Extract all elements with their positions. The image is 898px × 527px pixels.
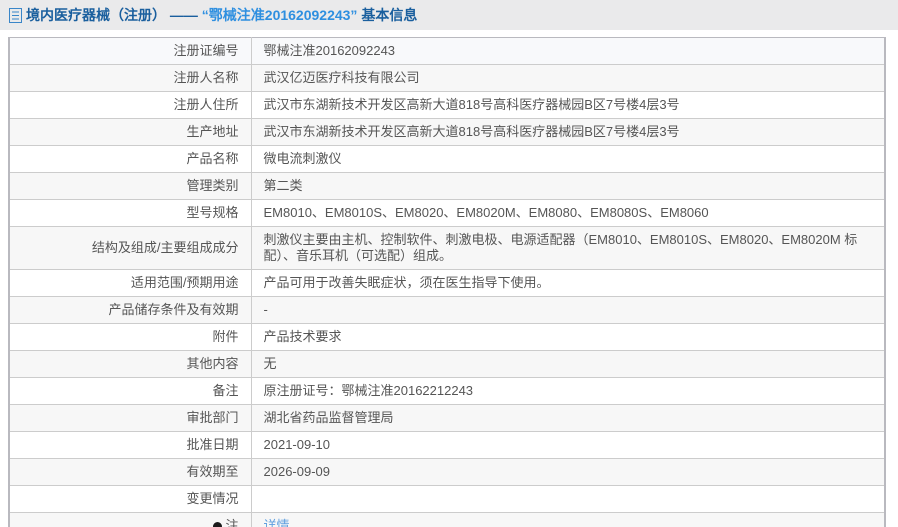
row-label: 产品名称 — [9, 145, 252, 173]
row-label: 备注 — [9, 377, 252, 405]
info-table-body: 注册证编号 鄂械注准20162092243 注册人名称 武汉亿迈医疗科技有限公司 注册人… — [9, 37, 885, 527]
row-value: 原注册证号：鄂械注准20162212243 — [251, 377, 885, 405]
row-value: 2021-09-10 — [251, 431, 885, 459]
row-label: 型号规格 — [9, 199, 252, 227]
row-value: - — [251, 296, 885, 324]
registration-info-table: 注册证编号 鄂械注准20162092243 注册人名称 武汉亿迈医疗科技有限公司 注册人… — [8, 37, 886, 527]
row-value: 武汉亿迈医疗科技有限公司 — [251, 64, 885, 92]
row-label: 附件 — [9, 323, 252, 351]
table-row: 产品储存条件及有效期 - — [9, 296, 885, 324]
row-label: 注册证编号 — [9, 37, 252, 65]
row-value — [251, 485, 885, 513]
row-label: 管理类别 — [9, 172, 252, 200]
title-reg-number: “鄂械注准20162092243” — [201, 7, 358, 23]
row-value: 武汉市东湖新技术开发区高新大道818号高科医疗器械园B区7号楼4层3号 — [251, 91, 885, 119]
row-label: 产品储存条件及有效期 — [9, 296, 252, 324]
table-row: 产品名称 微电流刺激仪 — [9, 145, 885, 173]
row-label: 注册人名称 — [9, 64, 252, 92]
row-label: 注 — [9, 512, 252, 527]
row-label: 注册人住所 — [9, 91, 252, 119]
row-label: 审批部门 — [9, 404, 252, 432]
table-row: 备注 原注册证号：鄂械注准20162212243 — [9, 377, 885, 405]
row-value: EM8010、EM8010S、EM8020、EM8020M、EM8080、EM8… — [251, 199, 885, 227]
table-row: 注册人住所 武汉市东湖新技术开发区高新大道818号高科医疗器械园B区7号楼4层3号 — [9, 91, 885, 119]
page-title: 境内医疗器械（注册） —— “鄂械注准20162092243” 基本信息 — [26, 5, 417, 25]
row-label: 适用范围/预期用途 — [9, 269, 252, 297]
row-label: 结构及组成/主要组成成分 — [9, 226, 252, 270]
table-row: 审批部门 湖北省药品监督管理局 — [9, 404, 885, 432]
row-label: 变更情况 — [9, 485, 252, 513]
table-row: 其他内容无 — [9, 350, 885, 378]
row-label: 有效期至 — [9, 458, 252, 486]
row-value: 2026-09-09 — [251, 458, 885, 486]
table-row: 注册证编号 鄂械注准20162092243 — [9, 37, 885, 65]
table-row: 型号规格 EM8010、EM8010S、EM8020、EM8020M、EM8080… — [9, 199, 885, 227]
table-row: 注 详情 — [9, 512, 885, 527]
table-row: 有效期至 2026-09-09 — [9, 458, 885, 486]
table-row: 注册人名称 武汉亿迈医疗科技有限公司 — [9, 64, 885, 92]
row-value: 刺激仪主要由主机、控制软件、刺激电极、电源适配器（EM8010、EM8010S、… — [251, 226, 885, 270]
row-value: 第二类 — [251, 172, 885, 200]
title-suffix: 基本信息 — [357, 7, 418, 23]
row-label: 其他内容 — [9, 350, 252, 378]
row-value: 产品可用于改善失眠症状，须在医生指导下使用。 — [251, 269, 885, 297]
row-label: 生产地址 — [9, 118, 252, 146]
table-row: 附件 产品技术要求 — [9, 323, 885, 351]
row-value: 产品技术要求 — [251, 323, 885, 351]
title-prefix: 境内医疗器械（注册） —— — [26, 7, 202, 23]
table-row: 适用范围/预期用途 产品可用于改善失眠症状，须在医生指导下使用。 — [9, 269, 885, 297]
table-row: 生产地址 武汉市东湖新技术开发区高新大道818号高科医疗器械园B区7号楼4层3号 — [9, 118, 885, 146]
row-value: 湖北省药品监督管理局 — [251, 404, 885, 432]
table-row: 结构及组成/主要组成成分 刺激仪主要由主机、控制软件、刺激电极、电源适配器（EM8… — [9, 226, 885, 270]
row-label: 批准日期 — [9, 431, 252, 459]
row-value: 无 — [251, 350, 885, 378]
row-value: 详情 — [251, 513, 885, 527]
table-row: 管理类别 第二类 — [9, 172, 885, 200]
note-balloon-icon — [213, 522, 223, 527]
table-row: 变更情况 — [9, 485, 885, 513]
page-header: 境内医疗器械（注册） —— “鄂械注准20162092243” 基本信息 — [0, 0, 898, 30]
row-value: 武汉市东湖新技术开发区高新大道818号高科医疗器械园B区7号楼4层3号 — [251, 118, 885, 146]
table-row: 批准日期 2021-09-10 — [9, 431, 885, 459]
document-icon — [9, 7, 22, 23]
row-value: 微电流刺激仪 — [251, 145, 885, 173]
row-value: 鄂械注准20162092243 — [251, 37, 885, 65]
detail-link[interactable]: 详情 — [264, 518, 290, 527]
